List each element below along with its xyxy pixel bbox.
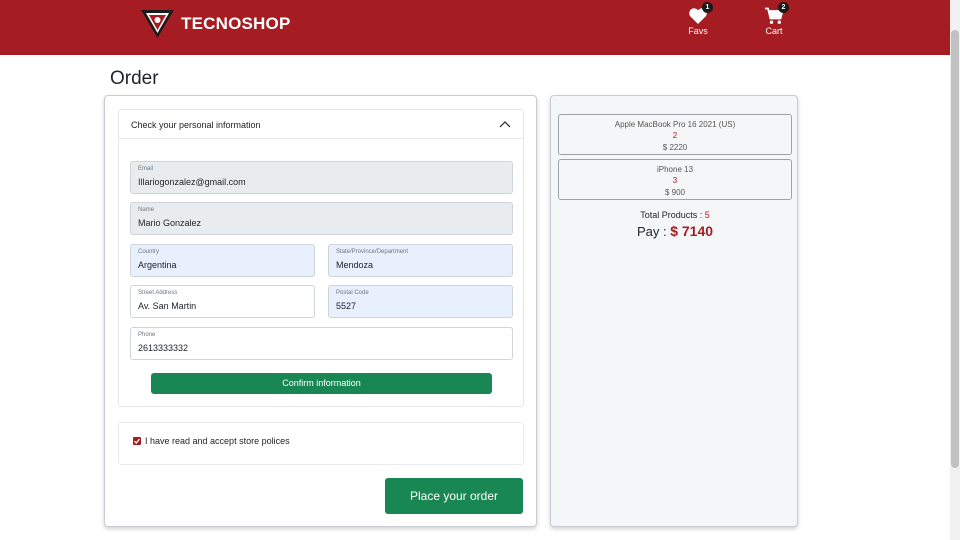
product-qty: 3	[672, 176, 678, 185]
scrollbar-thumb[interactable]	[951, 30, 959, 468]
street-address-field[interactable]: Street Address Av. San Martin	[130, 285, 315, 318]
cart-label: Cart	[765, 26, 783, 36]
policies-box: I have read and accept store polices	[118, 422, 524, 465]
total-products: Total Products : 5	[551, 210, 799, 220]
product-qty: 2	[672, 131, 678, 140]
street-address-label: Street Address	[138, 290, 178, 296]
email-value: Illariogonzalez@gmail.com	[138, 177, 246, 187]
name-field[interactable]: Name Mario Gonzalez	[130, 202, 513, 235]
pay-total: Pay : $ 7140	[551, 223, 799, 239]
personal-info-accordion: Check your personal information Email Il…	[118, 109, 524, 407]
product-item: iPhone 13 3 $ 900	[558, 159, 792, 200]
brand-link[interactable]: TECNOSHOP	[140, 8, 290, 39]
checkmark-icon	[134, 438, 141, 444]
postal-code-field[interactable]: Postal Code 5527	[328, 285, 513, 318]
policies-checkbox[interactable]	[133, 437, 141, 445]
email-label: Email	[138, 166, 154, 172]
page-scrollbar[interactable]	[950, 0, 960, 540]
name-label: Name	[138, 207, 155, 213]
phone-field[interactable]: Phone 2613333332	[130, 327, 513, 360]
favs-count-badge: 1	[702, 2, 713, 13]
nav-cart[interactable]: 2 Cart	[754, 2, 794, 36]
name-value: Mario Gonzalez	[138, 218, 202, 228]
email-field[interactable]: Email Illariogonzalez@gmail.com	[130, 161, 513, 194]
postal-code-label: Postal Code	[336, 290, 369, 296]
order-form-card: Check your personal information Email Il…	[104, 95, 537, 527]
cart-count-badge: 2	[778, 2, 789, 13]
state-value: Mendoza	[336, 260, 374, 270]
country-field[interactable]: Country Argentina	[130, 244, 315, 277]
page-title: Order	[110, 68, 159, 89]
policies-label[interactable]: I have read and accept store polices	[145, 436, 290, 446]
nav-favs[interactable]: 1 Favs	[678, 2, 718, 36]
place-order-button[interactable]: Place your order	[385, 478, 523, 514]
product-name: iPhone 13	[656, 165, 694, 174]
chevron-up-icon	[499, 121, 511, 128]
country-value: Argentina	[138, 260, 177, 270]
brand-name: TECNOSHOP	[181, 13, 291, 33]
product-name: Apple MacBook Pro 16 2021 (US)	[614, 120, 736, 129]
total-products-label: Total Products :	[640, 210, 703, 220]
phone-label: Phone	[138, 332, 156, 338]
order-summary-card: Apple MacBook Pro 16 2021 (US) 2 $ 2220 …	[550, 95, 798, 527]
product-price: $ 2220	[662, 143, 688, 152]
country-label: Country	[138, 249, 160, 255]
postal-code-value: 5527	[336, 301, 357, 311]
pay-amount: $ 7140	[670, 223, 714, 239]
logo-icon	[141, 10, 174, 38]
product-price: $ 900	[664, 188, 686, 197]
personal-info-header[interactable]: Check your personal information	[119, 110, 523, 139]
pay-label: Pay :	[636, 224, 667, 239]
top-navbar: TECNOSHOP 1 Favs 2 Cart	[0, 0, 950, 55]
street-address-value: Av. San Martin	[138, 301, 197, 311]
personal-info-title: Check your personal information	[131, 120, 261, 130]
favs-label: Favs	[688, 26, 708, 36]
product-item: Apple MacBook Pro 16 2021 (US) 2 $ 2220	[558, 114, 792, 155]
state-label: State/Province/Department	[336, 249, 409, 255]
state-field[interactable]: State/Province/Department Mendoza	[328, 244, 513, 277]
phone-value: 2613333332	[138, 343, 189, 353]
total-products-count: 5	[704, 210, 710, 220]
confirm-information-button[interactable]: Confirm information	[151, 373, 492, 394]
